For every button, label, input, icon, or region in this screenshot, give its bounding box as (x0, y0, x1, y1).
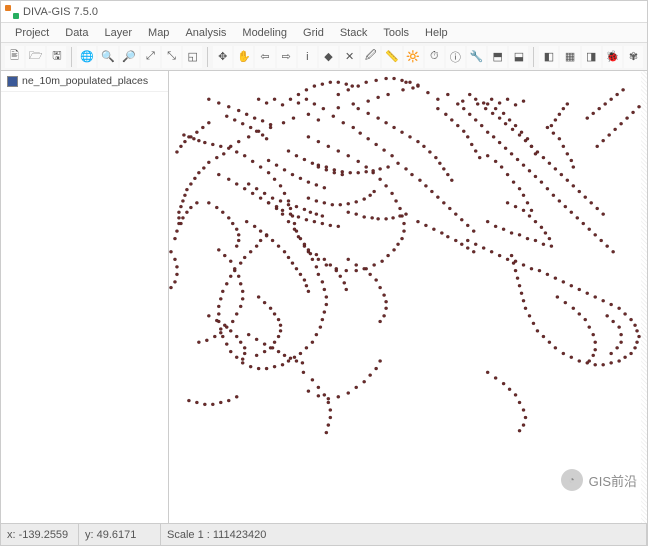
menu-project[interactable]: Project (7, 25, 57, 41)
toolbar-button-8[interactable]: ⤡ (162, 46, 181, 68)
layer-checkbox-icon[interactable] (7, 76, 18, 87)
toolbar-button-7[interactable]: ⤢ (141, 46, 160, 68)
menu-stack[interactable]: Stack (332, 25, 376, 41)
toolbar-button-12[interactable]: ✋ (234, 46, 253, 68)
map-svg (169, 71, 647, 523)
toolbar-button-29[interactable]: ◨ (582, 46, 601, 68)
workspace: ne_10m_populated_places ◔ GIS前沿 (1, 71, 647, 523)
toolbar-button-9[interactable]: ◱ (183, 46, 202, 68)
toolbar-button-2[interactable]: 🖫 (47, 46, 66, 68)
titlebar: DIVA‑GIS 7.5.0 (1, 1, 647, 23)
toolbar-button-20[interactable]: 🔆 (404, 46, 423, 68)
status-scale: Scale 1 : 111423420 (161, 524, 647, 545)
status-y-value: 49.6171 (97, 529, 137, 541)
toolbar: 🖹🗁🖫 🌐🔍🔎⤢⤡◱ ✥✋⇦⇨i◆✕🖉📏🔆⏱ⓘ🔧⬒⬓ ◧▦◨🐞✾ (1, 43, 647, 71)
menubar: Project Data Layer Map Analysis Modeling… (1, 23, 647, 43)
toolbar-button-15[interactable]: i (298, 46, 317, 68)
toolbar-button-22[interactable]: ⓘ (446, 46, 465, 68)
status-y-label: y: (85, 529, 94, 541)
menu-layer[interactable]: Layer (97, 25, 141, 41)
menu-data[interactable]: Data (57, 25, 96, 41)
toolbar-button-16[interactable]: ◆ (319, 46, 338, 68)
menu-grid[interactable]: Grid (295, 25, 332, 41)
menu-help[interactable]: Help (417, 25, 456, 41)
layer-panel: ne_10m_populated_places (1, 71, 169, 523)
menu-analysis[interactable]: Analysis (177, 25, 234, 41)
toolbar-button-27[interactable]: ◧ (539, 46, 558, 68)
toolbar-button-31[interactable]: ✾ (624, 46, 643, 68)
toolbar-button-28[interactable]: ▦ (560, 46, 579, 68)
menu-map[interactable]: Map (140, 25, 177, 41)
layer-name: ne_10m_populated_places (22, 75, 148, 87)
toolbar-button-6[interactable]: 🔎 (120, 46, 139, 68)
toolbar-button-4[interactable]: 🌐 (77, 46, 96, 68)
toolbar-button-23[interactable]: 🔧 (467, 46, 486, 68)
resize-handle[interactable] (641, 71, 647, 523)
toolbar-button-5[interactable]: 🔍 (98, 46, 117, 68)
statusbar: x: -139.2559 y: 49.6171 Scale 1 : 111423… (1, 523, 647, 545)
toolbar-button-1[interactable]: 🗁 (26, 46, 45, 68)
toolbar-button-24[interactable]: ⬒ (488, 46, 507, 68)
menu-tools[interactable]: Tools (375, 25, 417, 41)
toolbar-button-17[interactable]: ✕ (340, 46, 359, 68)
app-title: DIVA‑GIS 7.5.0 (23, 6, 98, 18)
toolbar-button-18[interactable]: 🖉 (361, 46, 380, 68)
toolbar-button-14[interactable]: ⇨ (277, 46, 296, 68)
layer-item[interactable]: ne_10m_populated_places (1, 71, 168, 92)
app-icon (5, 5, 19, 19)
toolbar-button-19[interactable]: 📏 (382, 46, 401, 68)
menu-modeling[interactable]: Modeling (234, 25, 295, 41)
status-x-value: -139.2559 (19, 529, 69, 541)
toolbar-button-21[interactable]: ⏱ (425, 46, 444, 68)
toolbar-button-25[interactable]: ⬓ (509, 46, 528, 68)
toolbar-button-0[interactable]: 🖹 (5, 46, 24, 68)
status-x: x: -139.2559 (1, 524, 79, 545)
toolbar-button-11[interactable]: ✥ (213, 46, 232, 68)
toolbar-button-30[interactable]: 🐞 (603, 46, 622, 68)
map-canvas[interactable]: ◔ GIS前沿 (169, 71, 647, 523)
toolbar-separator (71, 47, 72, 67)
toolbar-separator (207, 47, 208, 67)
toolbar-button-13[interactable]: ⇦ (255, 46, 274, 68)
status-scale-label: Scale (167, 529, 195, 541)
status-scale-value: 1 : 111423420 (198, 529, 267, 541)
toolbar-separator (533, 47, 534, 67)
status-y: y: 49.6171 (79, 524, 161, 545)
status-x-label: x: (7, 529, 16, 541)
